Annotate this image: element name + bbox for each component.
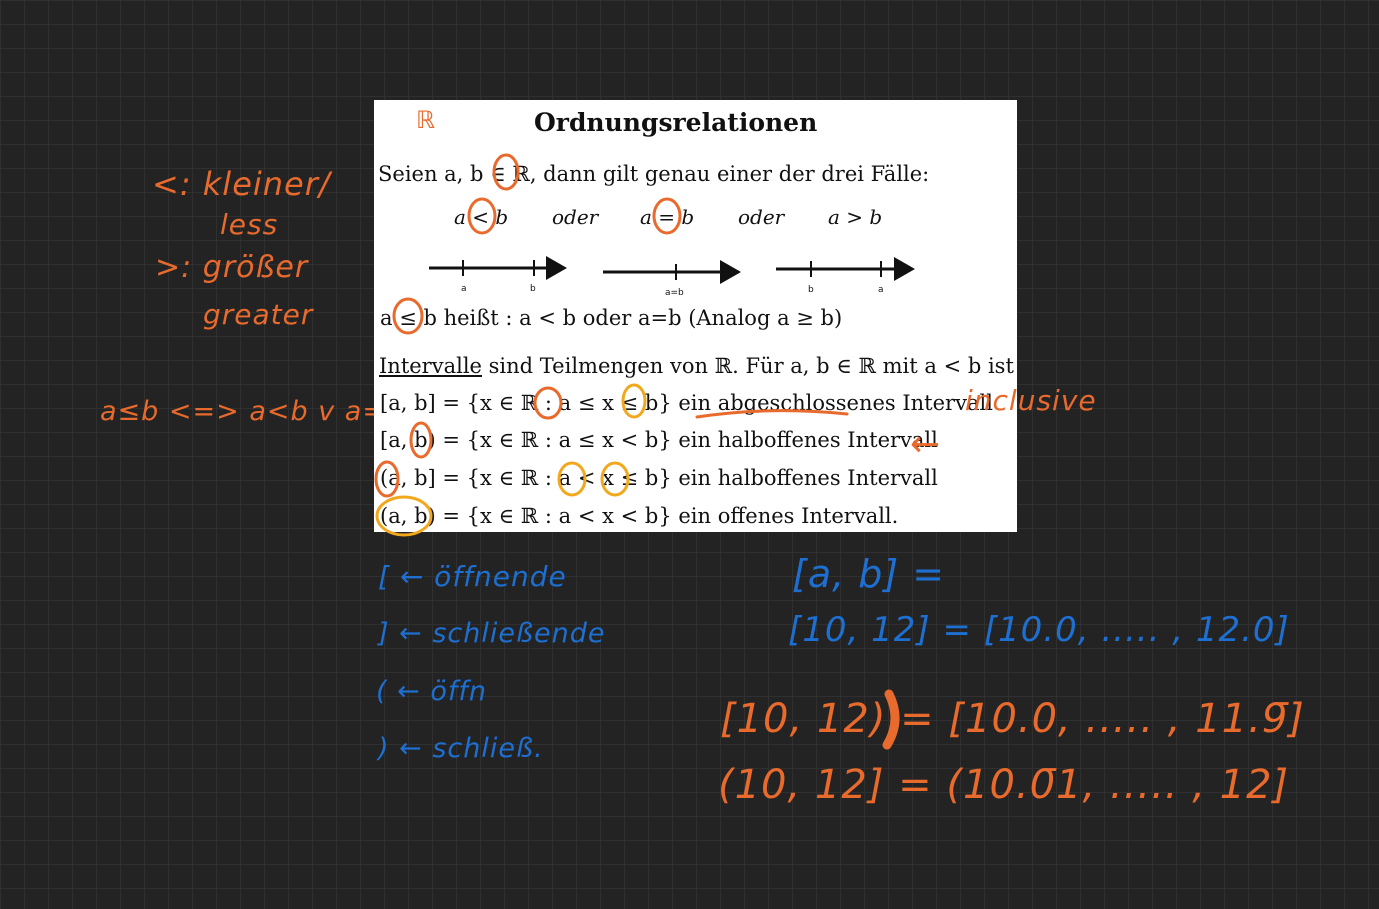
note-greater-en: greater [203,298,314,331]
interval-halfopen-right: [a, b) = {x ∈ ℝ : a ≤ x < b} ein halboff… [380,428,938,452]
note-paren-open: ( ← öffn [376,676,487,707]
nl3-label-b: b [808,285,814,295]
note-real-symbol: ℝ [416,106,437,134]
interval-halfopen-left-desc: ein halboffenes Intervall [671,466,938,490]
interval-closed-notation: [a, b] [380,391,436,415]
interval-open-set: = {x ∈ ℝ : a < x < b} [435,504,672,528]
interval-halfopen-right-set: = {x ∈ ℝ : a ≤ x < b} [435,428,672,452]
note-inclusive: inclusive [965,384,1097,417]
nl3-label-a: a [878,285,884,295]
nl1-label-b: b [530,284,536,294]
example-closed: [10, 12] = [10.0, ..... , 12.0] [788,610,1290,650]
case-oder-1: oder [552,205,599,229]
interval-open-desc: ein offenes Intervall. [671,504,899,528]
interval-open-notation: (a, b) [380,504,436,528]
document-title: Ordnungsrelationen [534,108,818,137]
case-less: a < b [454,205,509,229]
case-equal: a = b [640,205,695,229]
nl2-label-ab: a=b [665,288,684,298]
leq-definition: a ≤ b heißt : a < b oder a=b (Analog a ≥… [380,306,843,330]
number-line-3 [776,257,915,281]
example-halfopen-left: (10, 12] = (10.0̄1, ..... , 12] [718,762,1290,808]
case-greater: a > b [828,205,883,229]
interval-halfopen-right-desc: ein halboffenes Intervall [671,428,938,452]
number-line-2 [603,260,741,284]
document-page: Ordnungsrelationen Seien a, b ∈ ℝ, dann … [374,100,1017,532]
nl1-label-a: a [461,284,467,294]
interval-halfopen-left: (a, b] = {x ∈ ℝ : a < x ≤ b} ein halboff… [380,466,938,490]
intervals-intro: Intervalle sind Teilmengen von ℝ. Für a,… [379,354,1014,378]
interval-halfopen-right-notation: [a, b) [380,428,436,452]
example-ab: [a, b] = [792,552,946,596]
interval-closed-desc-pre: ein [671,391,718,415]
note-less: <: kleiner/ [152,165,331,203]
intervals-word: Intervalle [379,354,482,378]
note-equivalence: a≤b <=> a<b v a=b [100,396,405,427]
intro-line: Seien a, b ∈ ℝ, dann gilt genau einer de… [378,162,930,186]
case-oder-2: oder [738,205,785,229]
note-paren-close: ) ← schließ. [378,733,544,764]
note-arrow: ← [910,424,942,465]
example-halfopen-right: [10, 12) = [10.0, ..... , 11.9̄] [720,696,1305,742]
interval-halfopen-left-notation: (a, b] [380,466,436,490]
interval-closed-desc-underlined: abgeschlossenes [717,391,896,415]
note-less-en: less [220,208,279,241]
note-bracket-close: ] ← schließende [378,618,606,649]
interval-open: (a, b) = {x ∈ ℝ : a < x < b} ein offenes… [380,504,898,528]
interval-closed: [a, b] = {x ∈ ℝ : a ≤ x ≤ b} ein abgesch… [380,391,993,415]
note-bracket-open: [ ← öffnende [378,560,567,593]
number-line-1 [429,256,567,280]
intervals-intro-rest: sind Teilmengen von ℝ. Für a, b ∈ ℝ mit … [481,354,1014,378]
interval-closed-set: = {x ∈ ℝ : a ≤ x ≤ b} [435,391,672,415]
note-greater: >: größer [155,250,309,285]
interval-halfopen-left-set: = {x ∈ ℝ : a < x ≤ b} [435,466,672,490]
